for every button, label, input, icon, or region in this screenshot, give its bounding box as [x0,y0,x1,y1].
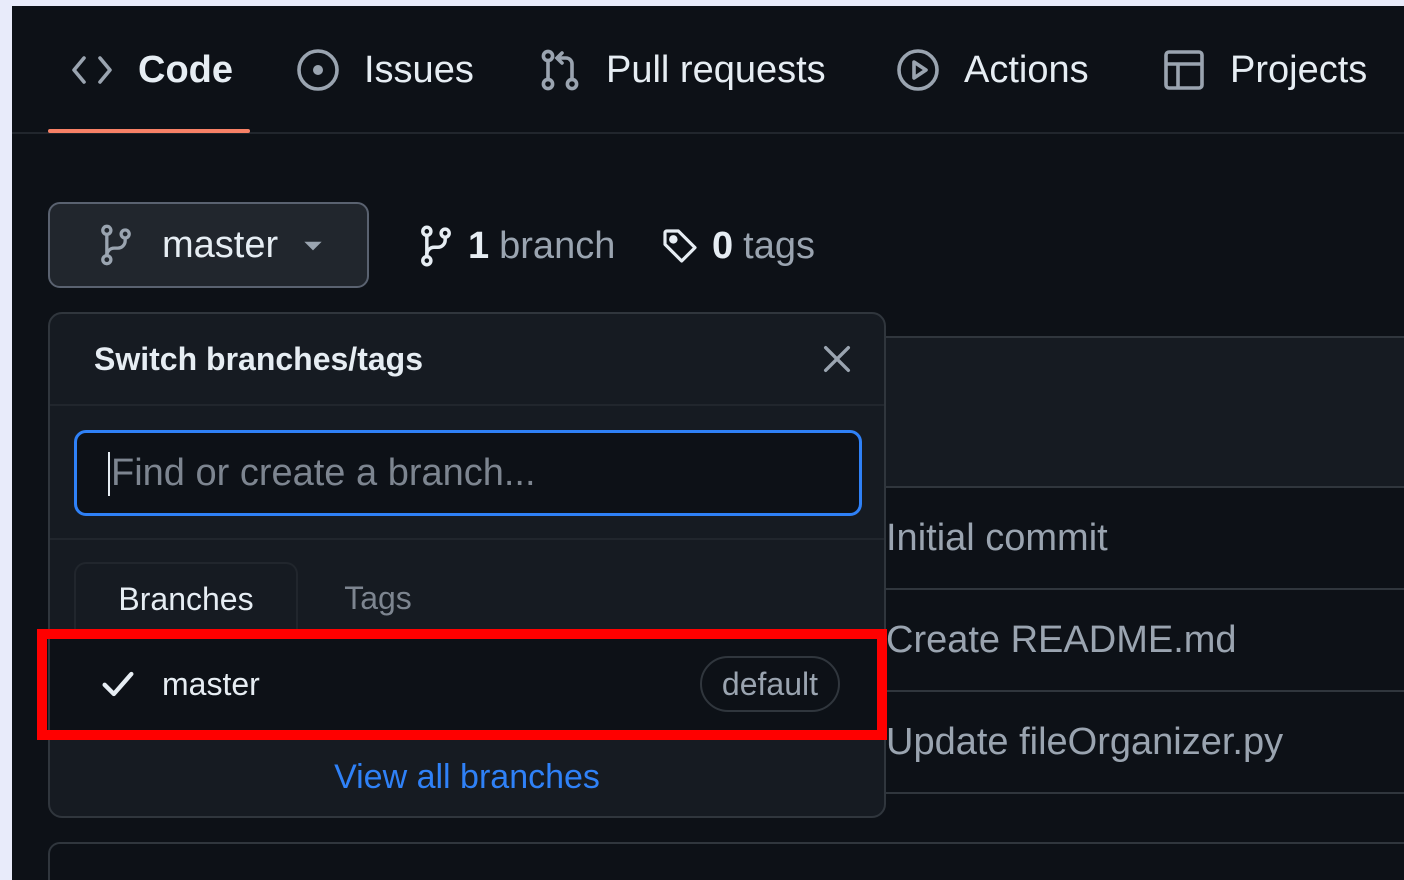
tab-projects[interactable]: Projects [1160,36,1367,104]
branch-count-label: branch [499,224,616,267]
commit-row[interactable]: Initial commit [884,488,1404,590]
code-icon [72,56,112,84]
table-icon [1164,50,1204,90]
repo-tab-bar: Code Issues Pull requests Actions Projec… [12,6,1404,134]
tab-pull-requests-label: Pull requests [606,48,826,91]
dropdown-header: Switch branches/tags [50,314,884,406]
play-icon [897,49,939,91]
branch-switcher-dropdown: Switch branches/tags Branches Tags maste… [48,312,886,818]
tab-code-label: Code [138,48,233,91]
branch-count-link[interactable]: 1 branch [416,218,615,274]
caret-down-icon [304,241,322,251]
tab-actions-label: Actions [964,48,1089,91]
issue-opened-icon [297,49,339,91]
git-branch-icon [421,225,451,267]
commit-row[interactable]: Update fileOrganizer.py [884,692,1404,794]
branch-selector-button[interactable]: master [48,202,369,288]
tag-count-link[interactable]: 0 tags [660,218,815,274]
text-cursor [108,452,110,496]
commit-message[interactable]: Initial commit [886,517,1108,560]
commit-message[interactable]: Create README.md [886,619,1237,662]
tag-count-number: 0 [712,224,734,267]
tag-icon [663,229,697,263]
dropdown-footer: View all branches [50,734,884,816]
tab-tags[interactable]: Tags [308,562,448,634]
commit-row[interactable]: Create README.md [884,590,1404,692]
dropdown-tabs: Branches Tags [50,540,884,634]
repository-page: Code Issues Pull requests Actions Projec… [12,6,1404,880]
branch-item-label: master [162,665,260,702]
tag-count-label: tags [743,224,815,267]
file-list: Initial commit Create README.md Update f… [882,336,1404,806]
branch-list-item[interactable]: master default [50,634,884,734]
dropdown-search-section [50,406,884,540]
tab-issues-label: Issues [364,48,474,91]
branch-count-number: 1 [468,224,490,267]
branch-search-input[interactable] [74,430,862,516]
pull-request-icon [541,49,579,91]
selected-tab-underline [48,129,250,133]
view-all-branches-link[interactable]: View all branches [334,758,600,797]
tab-code[interactable]: Code [68,36,233,104]
tab-actions[interactable]: Actions [894,36,1089,104]
commit-message[interactable]: Update fileOrganizer.py [886,721,1283,764]
tab-issues[interactable]: Issues [294,36,474,104]
check-icon [102,671,134,697]
git-branch-icon [101,224,131,266]
dropdown-title: Switch branches/tags [94,340,423,377]
close-icon[interactable] [820,342,854,376]
default-badge: default [699,656,840,712]
readme-box [48,842,1404,880]
tab-branches[interactable]: Branches [74,562,298,634]
tab-pull-requests[interactable]: Pull requests [536,36,826,104]
latest-commit-header [884,338,1404,488]
current-branch-label: master [162,223,279,266]
tab-projects-label: Projects [1230,48,1368,91]
